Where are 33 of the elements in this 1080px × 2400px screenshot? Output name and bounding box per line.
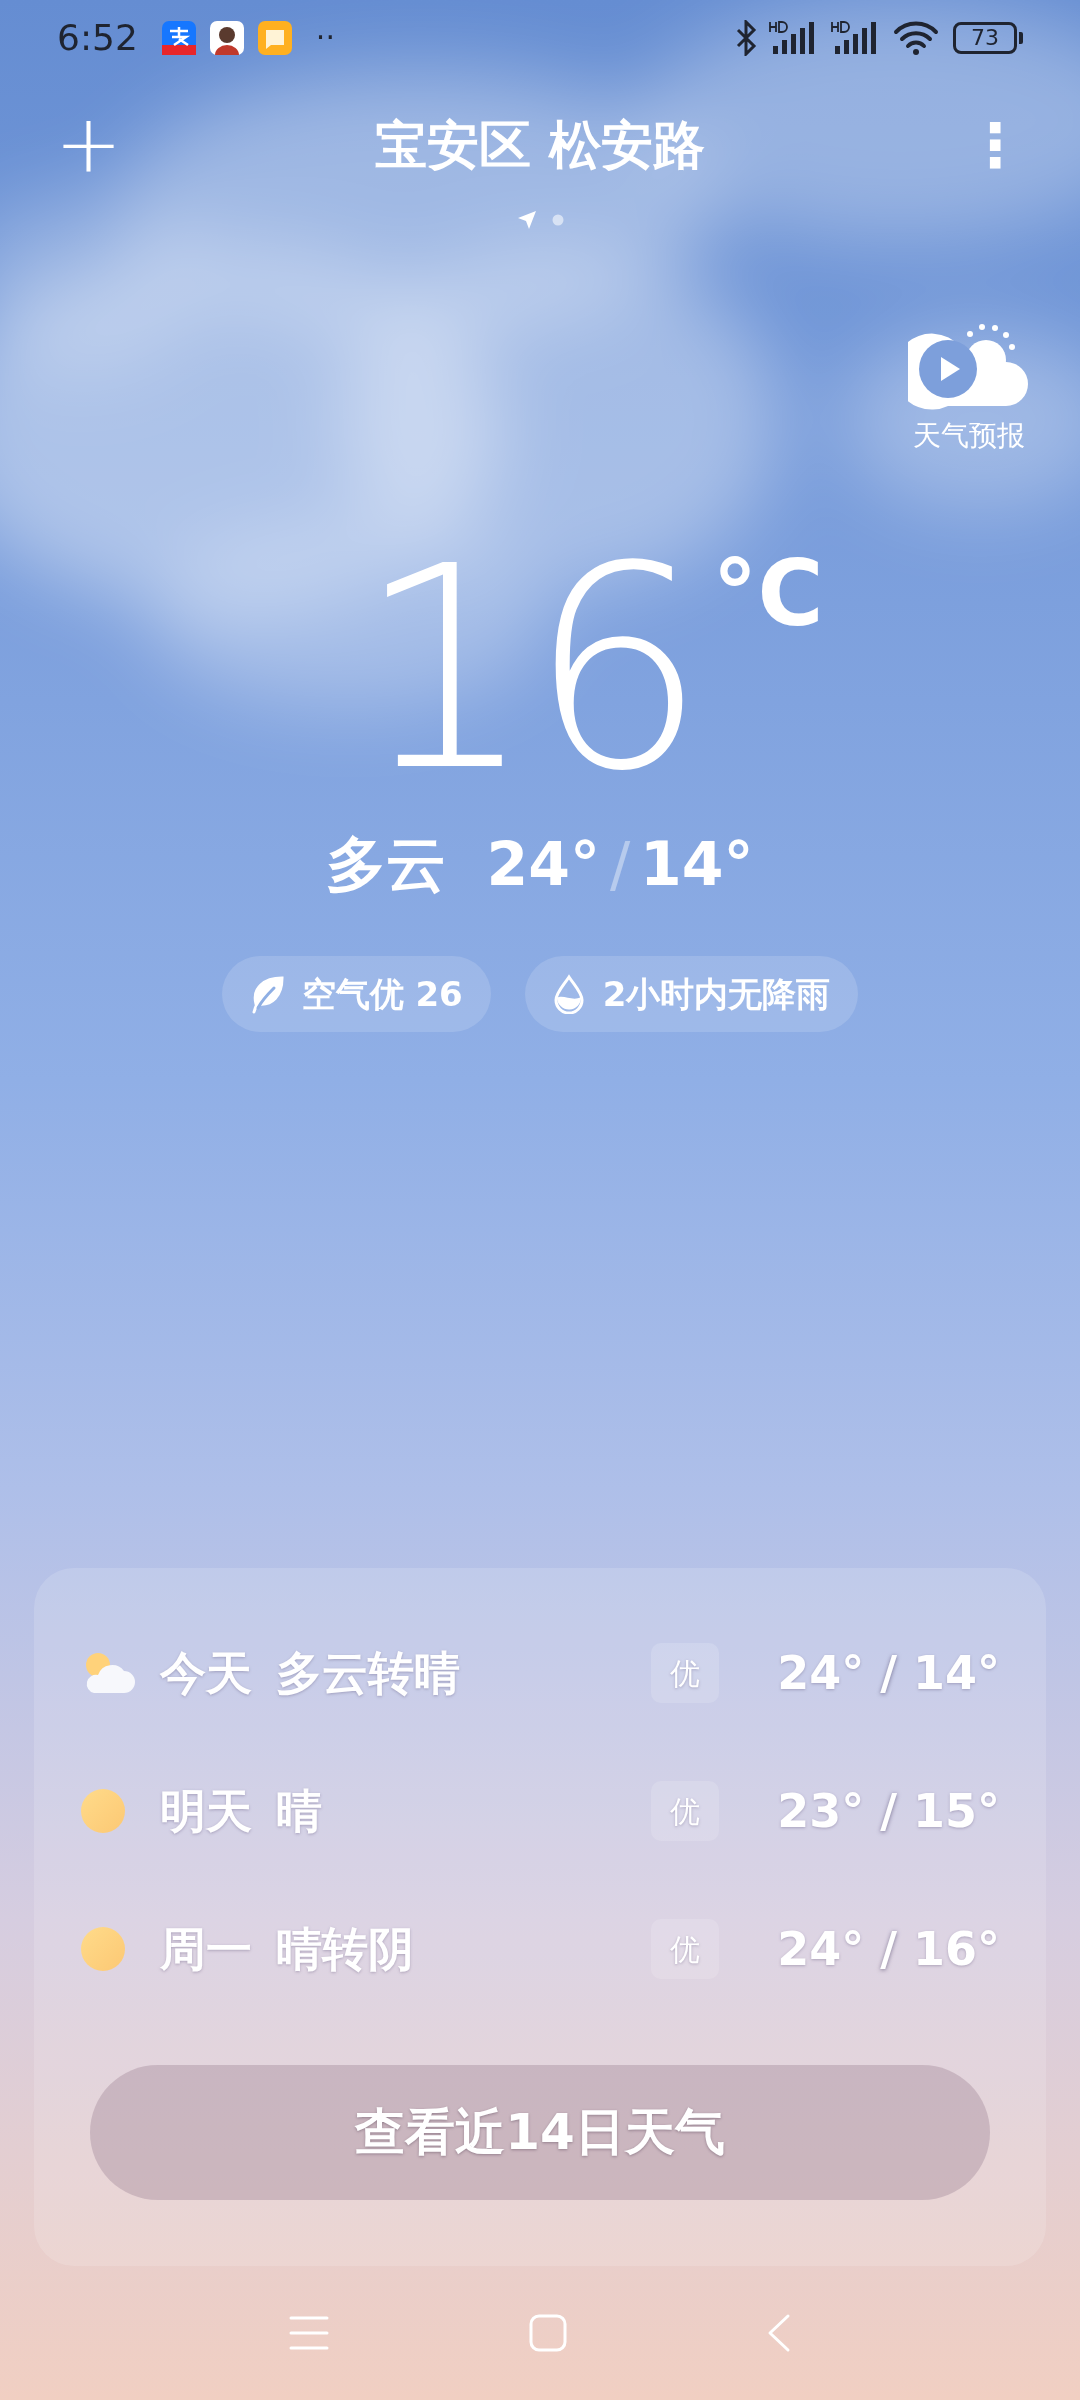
chip-label: 空气优 26 <box>301 972 463 1016</box>
home-icon[interactable] <box>529 2314 567 2352</box>
location-title: 宝安区 松安路 <box>374 114 706 177</box>
temperature-unit: °C <box>712 544 824 644</box>
temperature-separator: / <box>880 1920 897 1978</box>
fourteen-day-forecast-button[interactable]: 查看近14日天气 <box>90 2065 990 2200</box>
chip-label: 2小时内无降雨 <box>602 972 831 1016</box>
battery-indicator: 73 <box>953 21 1017 54</box>
add-location-button[interactable]: + <box>55 105 115 185</box>
back-icon[interactable] <box>767 2313 791 2353</box>
bluetooth-icon <box>735 19 757 56</box>
menu-icon[interactable] <box>289 2315 329 2351</box>
high-temperature: 24° <box>486 828 600 901</box>
water-drop-icon <box>552 974 585 1014</box>
forecast-condition: 多云转晴 <box>276 1644 461 1702</box>
temperature-separator: / <box>880 1782 897 1840</box>
temperature-separator: / <box>609 828 631 901</box>
forecast-day: 今天 <box>160 1638 276 1708</box>
current-condition: 多云 <box>326 828 447 901</box>
info-chip[interactable]: 空气优 26 <box>221 956 491 1032</box>
current-temperature: 16 <box>356 524 701 814</box>
info-chip[interactable]: 2小时内无降雨 <box>524 956 859 1032</box>
forecast-low: 14° <box>913 1644 1000 1702</box>
temperature-separator: / <box>880 1644 897 1702</box>
sun-icon <box>80 1788 126 1834</box>
forecast-video-label[interactable]: 天气预报 <box>913 418 1025 454</box>
more-options-button[interactable]: ⋮ <box>965 115 1025 175</box>
status-time: 6:52 <box>57 15 138 60</box>
wifi-icon <box>893 19 939 56</box>
more-notifications: ·· <box>315 22 335 53</box>
forecast-high: 24° <box>777 1644 865 1702</box>
low-temperature: 14° <box>640 828 754 901</box>
sun-icon <box>80 1926 126 1972</box>
